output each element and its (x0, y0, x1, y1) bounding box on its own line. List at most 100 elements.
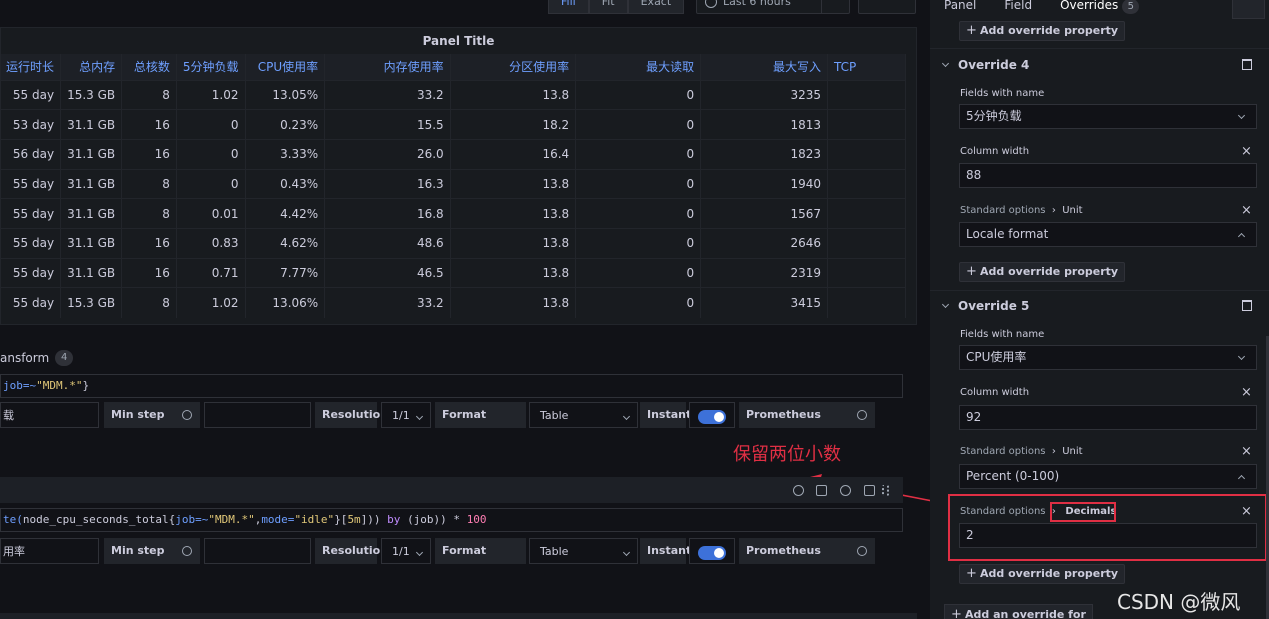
fit-button[interactable]: Fit (588, 0, 628, 14)
exact-button[interactable]: Exact (627, 0, 685, 14)
duplicate-icon[interactable] (816, 485, 827, 496)
close-icon[interactable]: × (1241, 386, 1252, 400)
column-width-input[interactable]: 92 (959, 405, 1257, 430)
zoom-out-icon[interactable] (821, 0, 849, 14)
collapse-pane-button[interactable] (1232, 0, 1265, 19)
min-step-input[interactable] (204, 402, 311, 428)
resolution-select[interactable]: 1/1 (381, 538, 431, 564)
instant-label: Instant (640, 538, 691, 564)
add-override-for-button[interactable]: Add an override for (944, 604, 1093, 619)
info-icon[interactable] (182, 410, 192, 420)
table-cell: 55 day (1, 168, 62, 199)
legend-input[interactable]: 用率 (0, 538, 99, 564)
fields-with-name-select[interactable]: 5分钟负载 (959, 104, 1257, 129)
table-cell: 55 day (1, 198, 62, 229)
info-icon[interactable] (182, 546, 192, 556)
format-label: Format (435, 538, 526, 564)
table-cell: 16 (121, 109, 177, 140)
expr-fn: te( (3, 513, 23, 526)
tab-transform[interactable]: ansform 4 (0, 350, 74, 366)
min-step-label: Min step (104, 402, 200, 428)
divider (930, 48, 1269, 49)
next-query-row (0, 613, 917, 619)
table-cell: 31.1 GB (60, 168, 123, 199)
trash-icon[interactable] (864, 485, 875, 496)
resolution-select[interactable]: 1/1 (381, 402, 431, 428)
expr-keyword: by (380, 513, 408, 526)
query-a-editor[interactable]: job=~"MDM.*"} (0, 374, 903, 398)
tab-panel[interactable]: Panel (930, 0, 990, 19)
table-cell: 2646 (700, 227, 828, 259)
format-label: Format (435, 402, 526, 428)
datasource-text: Prometheus (746, 408, 821, 421)
legend-input[interactable]: 载 (0, 402, 99, 428)
table-row: 55 day 31.1 GB 8 0 0.43% 16.3 13.8 0 1940 (1, 168, 906, 199)
panel-title[interactable]: Panel Title (1, 28, 916, 54)
table-cell: 0 (575, 257, 702, 288)
table-row: 55 day 31.1 GB 16 0.71 7.77% 46.5 13.8 0 2319 (1, 257, 906, 288)
time-range-picker[interactable]: Last 6 hours (696, 0, 850, 14)
column-header[interactable]: 内存使用率 (324, 54, 451, 80)
table-cell: 31.1 GB (60, 227, 123, 259)
column-header[interactable]: TCP (827, 54, 906, 80)
add-override-property-button[interactable]: Add override property (959, 21, 1126, 41)
override-4-header[interactable]: Override 4 (940, 56, 1029, 74)
trash-icon[interactable] (1242, 59, 1252, 70)
instant-toggle[interactable] (698, 546, 726, 560)
chevron-up-icon (1237, 232, 1246, 241)
fields-with-name-select[interactable]: CPU使用率 (959, 345, 1257, 370)
table-cell: 48.6 (324, 227, 451, 259)
format-value: Table (540, 545, 569, 558)
column-header[interactable]: 分区使用率 (450, 54, 577, 80)
unit-select[interactable]: Locale format (959, 222, 1257, 247)
eye-icon[interactable] (840, 485, 851, 496)
unit-select[interactable]: Percent (0-100) (959, 464, 1257, 489)
override-title: Override 5 (958, 299, 1030, 313)
column-header[interactable]: 5分钟负载 (176, 54, 246, 80)
column-width-input[interactable]: 88 (959, 163, 1257, 188)
info-icon[interactable] (857, 410, 867, 420)
highlight-box-small (1050, 502, 1116, 522)
close-icon[interactable]: × (1241, 204, 1252, 218)
crumb-leaf: Unit (1062, 205, 1083, 216)
info-icon[interactable] (857, 546, 867, 556)
column-header[interactable]: 总内存 (60, 54, 123, 80)
query-b-editor[interactable]: te(node_cpu_seconds_total{job=~"MDM.*",m… (0, 508, 903, 532)
table-cell: 1567 (700, 198, 828, 229)
format-select[interactable]: Table (529, 538, 638, 564)
column-header[interactable]: 总核数 (121, 54, 177, 80)
column-header[interactable]: CPU使用率 (245, 54, 326, 80)
table-cell: 31.1 GB (60, 138, 123, 170)
add-override-property-button[interactable]: Add override property (959, 564, 1126, 584)
annotation-text: 保留两位小数 (733, 444, 841, 465)
column-header[interactable]: 运行时长 (1, 54, 62, 80)
column-header[interactable]: 最大写入 (700, 54, 828, 80)
divider (930, 290, 1269, 291)
table-cell (827, 79, 906, 110)
tab-field[interactable]: Field (990, 0, 1046, 19)
table-cell: 4.42% (245, 198, 326, 229)
format-select[interactable]: Table (529, 402, 638, 428)
min-step-input[interactable] (204, 538, 311, 564)
table-cell: 55 day (1, 287, 62, 318)
trash-icon[interactable] (1242, 300, 1252, 311)
column-header[interactable]: 最大读取 (575, 54, 702, 80)
table-cell: 0.83 (176, 227, 246, 259)
table-cell: 0.23% (245, 109, 326, 140)
help-icon[interactable] (793, 485, 804, 496)
query-b-header (0, 477, 903, 503)
tab-overrides[interactable]: Overrides 5 (1046, 0, 1154, 19)
close-icon[interactable]: × (1241, 145, 1252, 159)
add-override-property-button[interactable]: Add override property (959, 262, 1126, 282)
table-cell: 0 (575, 227, 702, 259)
table-cell: 31.1 GB (60, 198, 123, 229)
table-cell (827, 287, 906, 318)
transform-count-badge: 4 (55, 350, 74, 366)
drag-handle-icon[interactable] (882, 485, 889, 496)
close-icon[interactable]: × (1241, 445, 1252, 459)
override-5-header[interactable]: Override 5 (940, 297, 1029, 315)
instant-toggle[interactable] (698, 410, 726, 424)
refresh-button[interactable] (858, 0, 916, 14)
fill-button[interactable]: Fill (548, 0, 589, 14)
table-cell: 18.2 (450, 109, 577, 140)
